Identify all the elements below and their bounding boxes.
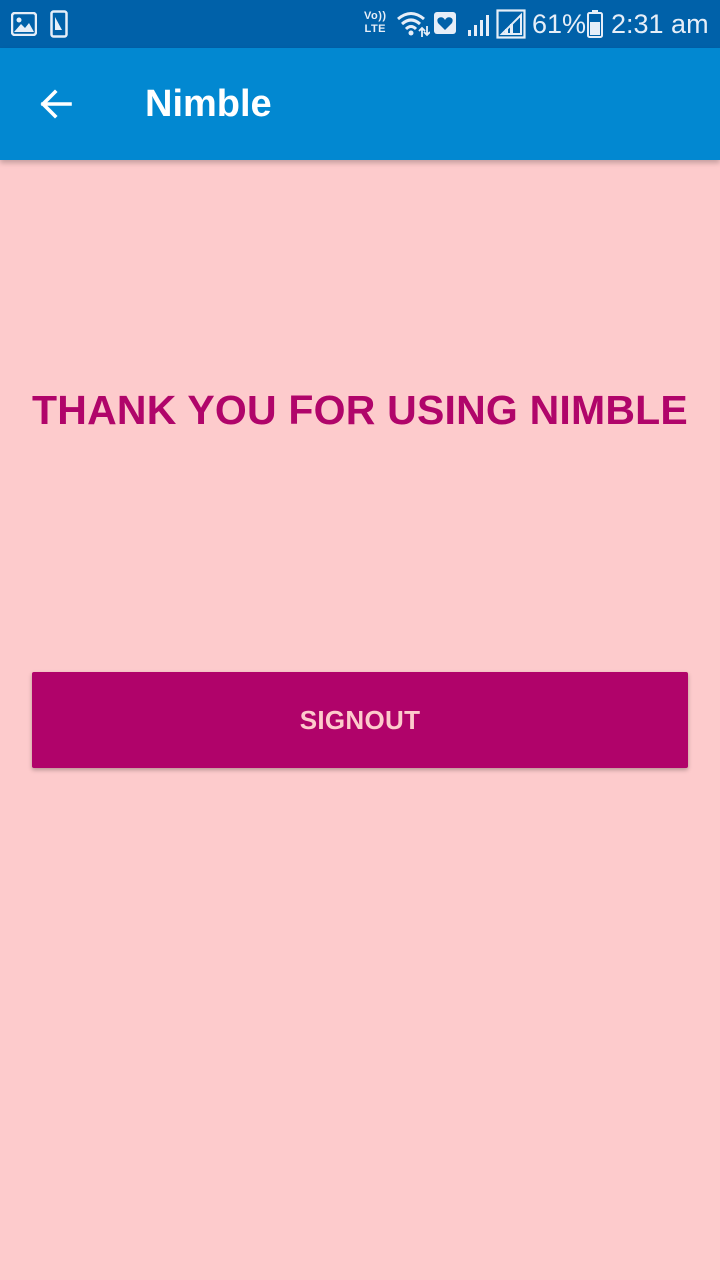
app-bar: Nimble bbox=[0, 48, 720, 160]
back-button[interactable] bbox=[24, 72, 88, 136]
gallery-icon bbox=[11, 12, 37, 36]
arrow-back-icon bbox=[40, 89, 72, 119]
battery-icon bbox=[587, 10, 603, 38]
wifi-icon bbox=[397, 12, 430, 37]
volte-label: Vo)) bbox=[364, 10, 387, 22]
clock: 2:31 am bbox=[611, 9, 709, 39]
signal-icon bbox=[468, 15, 489, 36]
signout-button[interactable]: SIGNOUT bbox=[32, 672, 688, 768]
volte-indicator: Vo)) LTE bbox=[364, 10, 387, 36]
notification-heart-icon bbox=[434, 12, 456, 34]
status-bar: Vo)) LTE 61% 2:31 am bbox=[0, 0, 720, 48]
screenshot-icon bbox=[50, 10, 68, 38]
signal-2-icon bbox=[496, 9, 526, 39]
battery-percent: 61% bbox=[532, 9, 587, 39]
app-title: Nimble bbox=[145, 83, 272, 125]
lte-label: LTE bbox=[364, 23, 387, 35]
thank-you-message: THANK YOU FOR USING NIMBLE bbox=[32, 387, 688, 433]
